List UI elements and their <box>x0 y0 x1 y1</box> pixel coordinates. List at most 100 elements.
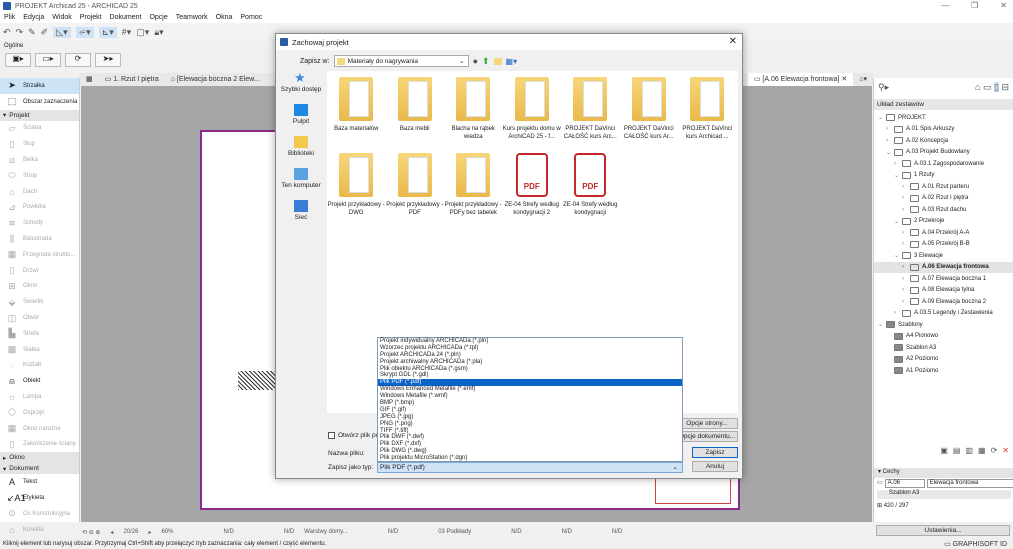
expanded-chevron-icon[interactable]: ⌄ <box>878 114 883 121</box>
grid-icon[interactable]: #▾ <box>122 27 132 38</box>
expanded-chevron-icon[interactable]: ⌄ <box>894 172 899 179</box>
file-item[interactable]: Kurs projektu domu w ArchiCAD 25 - f... <box>503 77 562 153</box>
open-after-checkbox[interactable]: Otwórz plik po <box>328 432 379 439</box>
place-network[interactable]: Sieć <box>278 200 324 232</box>
place-computer[interactable]: Ten komputer <box>278 168 324 200</box>
graphisoft-id[interactable]: ▭ GRAPHISOFT ID <box>944 540 1007 548</box>
collapsed-chevron-icon[interactable]: › <box>902 184 907 190</box>
tree-item[interactable]: › A.02 Rzut I piętra <box>874 193 1013 205</box>
floor-plan-icon[interactable]: ▣▸ <box>5 53 31 67</box>
collapsed-chevron-icon[interactable]: › <box>902 287 907 293</box>
tool-item[interactable]: ▯ Drzwi <box>0 263 79 279</box>
filetype-option[interactable]: Plik DWG (*.dwg) <box>378 448 682 455</box>
filetype-dropdown-list[interactable]: Projekt indywidualny ARCHICADa (*.pln) Wz… <box>377 337 683 462</box>
filetype-option[interactable]: Plik projektu MicroStation (*.dgn) <box>378 455 682 462</box>
tool-item[interactable]: ◌ Kształt <box>0 358 79 374</box>
collapsed-chevron-icon[interactable]: › <box>894 161 899 167</box>
tool-item[interactable]: ▯ Zakończenie ściany <box>0 437 79 453</box>
orbit-icon[interactable]: ⟳ <box>65 53 91 67</box>
file-item[interactable]: Projekt przykładowy - DWG <box>327 153 386 229</box>
collapsed-chevron-icon[interactable]: › <box>894 310 899 316</box>
tab-elevation[interactable]: ⌂ [Elewacja boczna 2 Elew... <box>165 73 266 86</box>
filetype-option[interactable]: PNG (*.png) <box>378 421 682 428</box>
tool-item[interactable]: ⌂ Korekta <box>0 522 79 538</box>
nd-value[interactable]: N/D <box>511 529 521 535</box>
close-button[interactable]: ✕ <box>1000 1 1007 10</box>
file-item[interactable]: Baza materiałów <box>327 77 386 153</box>
filetype-option[interactable]: Plik obiektu ARCHICADa (*.gsm) <box>378 366 682 373</box>
page-options-button[interactable]: Opcje strony... <box>676 418 738 429</box>
guide-lines-icon[interactable]: ⩫▾ <box>75 26 94 38</box>
eyedropper-icon[interactable]: ✎ <box>28 27 36 38</box>
zoom-level[interactable]: 60% <box>161 529 173 535</box>
filetype-option[interactable]: TIFF (*.tiff) <box>378 428 682 435</box>
nd-value[interactable]: N/D <box>562 529 572 535</box>
place-desktop[interactable]: Pulpit <box>278 104 324 136</box>
next-page-icon[interactable]: ▸ <box>148 529 151 536</box>
nd-value[interactable]: N/D <box>612 529 622 535</box>
tree-item[interactable]: › A.01 Rzut parteru <box>874 181 1013 193</box>
menu-plik[interactable]: Plik <box>4 14 15 21</box>
tree-item[interactable]: ⌄ 1 Rzuty <box>874 170 1013 182</box>
collapsed-chevron-icon[interactable]: › <box>902 264 907 270</box>
settings-button[interactable]: Ustawienia... <box>876 525 1010 536</box>
navigator-options-icon[interactable]: ⚲▸ <box>878 82 889 93</box>
tree-item[interactable]: ⌄ Szablony <box>874 319 1013 331</box>
save-in-select[interactable]: Materiały do nagrywania ⌄ <box>333 55 469 67</box>
tree-item[interactable]: A4 Pionowo <box>874 331 1013 343</box>
tool-item[interactable]: ⊙ Oś Konstrukcyjna <box>0 506 79 522</box>
view-menu-icon[interactable]: ⌂▾ <box>853 73 873 86</box>
menu-dokument[interactable]: Dokument <box>110 14 142 21</box>
up-folder-icon[interactable]: ⬆ <box>482 56 490 67</box>
menu-pomoc[interactable]: Pomoc <box>240 14 262 21</box>
tool-marquee[interactable]: ⬚ Obszar zaznaczenia <box>0 94 79 110</box>
layout-book-icon[interactable]: ▯ <box>993 82 999 92</box>
new-master-icon[interactable]: ▤ <box>953 446 961 455</box>
tree-item[interactable]: › A.02 Koncepcja <box>874 135 1013 147</box>
view-menu-icon[interactable]: ▦▾ <box>506 57 518 66</box>
collapsed-chevron-icon[interactable]: › <box>886 126 891 132</box>
expanded-chevron-icon[interactable]: ⌄ <box>894 218 899 225</box>
document-options-button[interactable]: Opcje dokumentu... <box>676 431 738 442</box>
publisher-icon[interactable]: ⊟ <box>1001 82 1009 92</box>
maximize-button[interactable]: ❐ <box>971 1 978 10</box>
filetype-option[interactable]: JPEG (*.jpg) <box>378 414 682 421</box>
cechy-section[interactable]: ▾ Cechy <box>874 468 1013 478</box>
new-layout-icon[interactable]: ▣ <box>940 446 948 455</box>
section-header[interactable]: ▾ Projekt <box>0 109 79 121</box>
tool-item[interactable]: ⍝ Obiekt <box>0 373 79 389</box>
tree-item[interactable]: Szablon A3 <box>874 342 1013 354</box>
cancel-button[interactable]: Anuluj <box>692 461 738 472</box>
tree-item[interactable]: ⌄ PROJEKT <box>874 112 1013 124</box>
menu-widok[interactable]: Widok <box>52 14 71 21</box>
tree-item[interactable]: › A.05 Przekrój B-B <box>874 239 1013 251</box>
lock-icon[interactable]: 🔒︎▾ <box>154 27 163 38</box>
tool-item[interactable]: ⬡ Osprzęt <box>0 405 79 421</box>
tool-item[interactable]: ▦ Przegroda struktu... <box>0 247 79 263</box>
syringe-icon[interactable]: ✐ <box>41 27 49 38</box>
tool-arrow[interactable]: ➤ Strzałka <box>0 78 79 94</box>
tree-item[interactable]: › A.04 Przekrój A-A <box>874 227 1013 239</box>
delete-icon[interactable]: ✕ <box>1002 446 1009 455</box>
layout-name-field[interactable]: Elewacja frontowa <box>926 479 1013 488</box>
place-star[interactable]: ★ Szybki dostęp <box>278 71 324 104</box>
nd-value[interactable]: N/D <box>388 529 398 535</box>
file-item[interactable]: Projekt przykładowy - PDF <box>386 153 445 229</box>
tool-item[interactable]: ▙ Strefa <box>0 326 79 342</box>
pointer-icon[interactable]: ➤▸ <box>95 53 121 67</box>
zoom-icons[interactable]: ⟲ ⊖ ⊕ <box>82 529 100 536</box>
filetype-select[interactable]: Plik PDF (*.pdf) ⌄ <box>377 462 683 473</box>
place-libraries[interactable]: Biblioteki <box>278 136 324 168</box>
file-item[interactable]: PDF ZE-04 Strefy według kondygnacji 2 <box>503 153 562 229</box>
tool-item[interactable]: ⬭ Strop <box>0 168 79 184</box>
section-header[interactable]: ▾ Dokument <box>0 463 79 475</box>
dialog-close-button[interactable]: ✕ <box>729 36 737 47</box>
filetype-option[interactable]: Windows Metafile (*.wmf) <box>378 393 682 400</box>
file-item[interactable]: PROJEKT DaVinci CAŁOŚĆ kurs Ar... <box>620 77 679 153</box>
view-map-icon[interactable]: ▭ <box>983 82 992 92</box>
tree-item[interactable]: ⌄ 3 Elewacje <box>874 250 1013 262</box>
snap-guides-icon[interactable]: ◺▾ <box>53 26 71 38</box>
layout-id-field[interactable]: A.06 <box>884 479 925 488</box>
filetype-option[interactable]: Plik DXF (*.dxf) <box>378 441 682 448</box>
file-item[interactable]: PDF ZE-04 Strefy według kondygnacji <box>561 153 620 229</box>
